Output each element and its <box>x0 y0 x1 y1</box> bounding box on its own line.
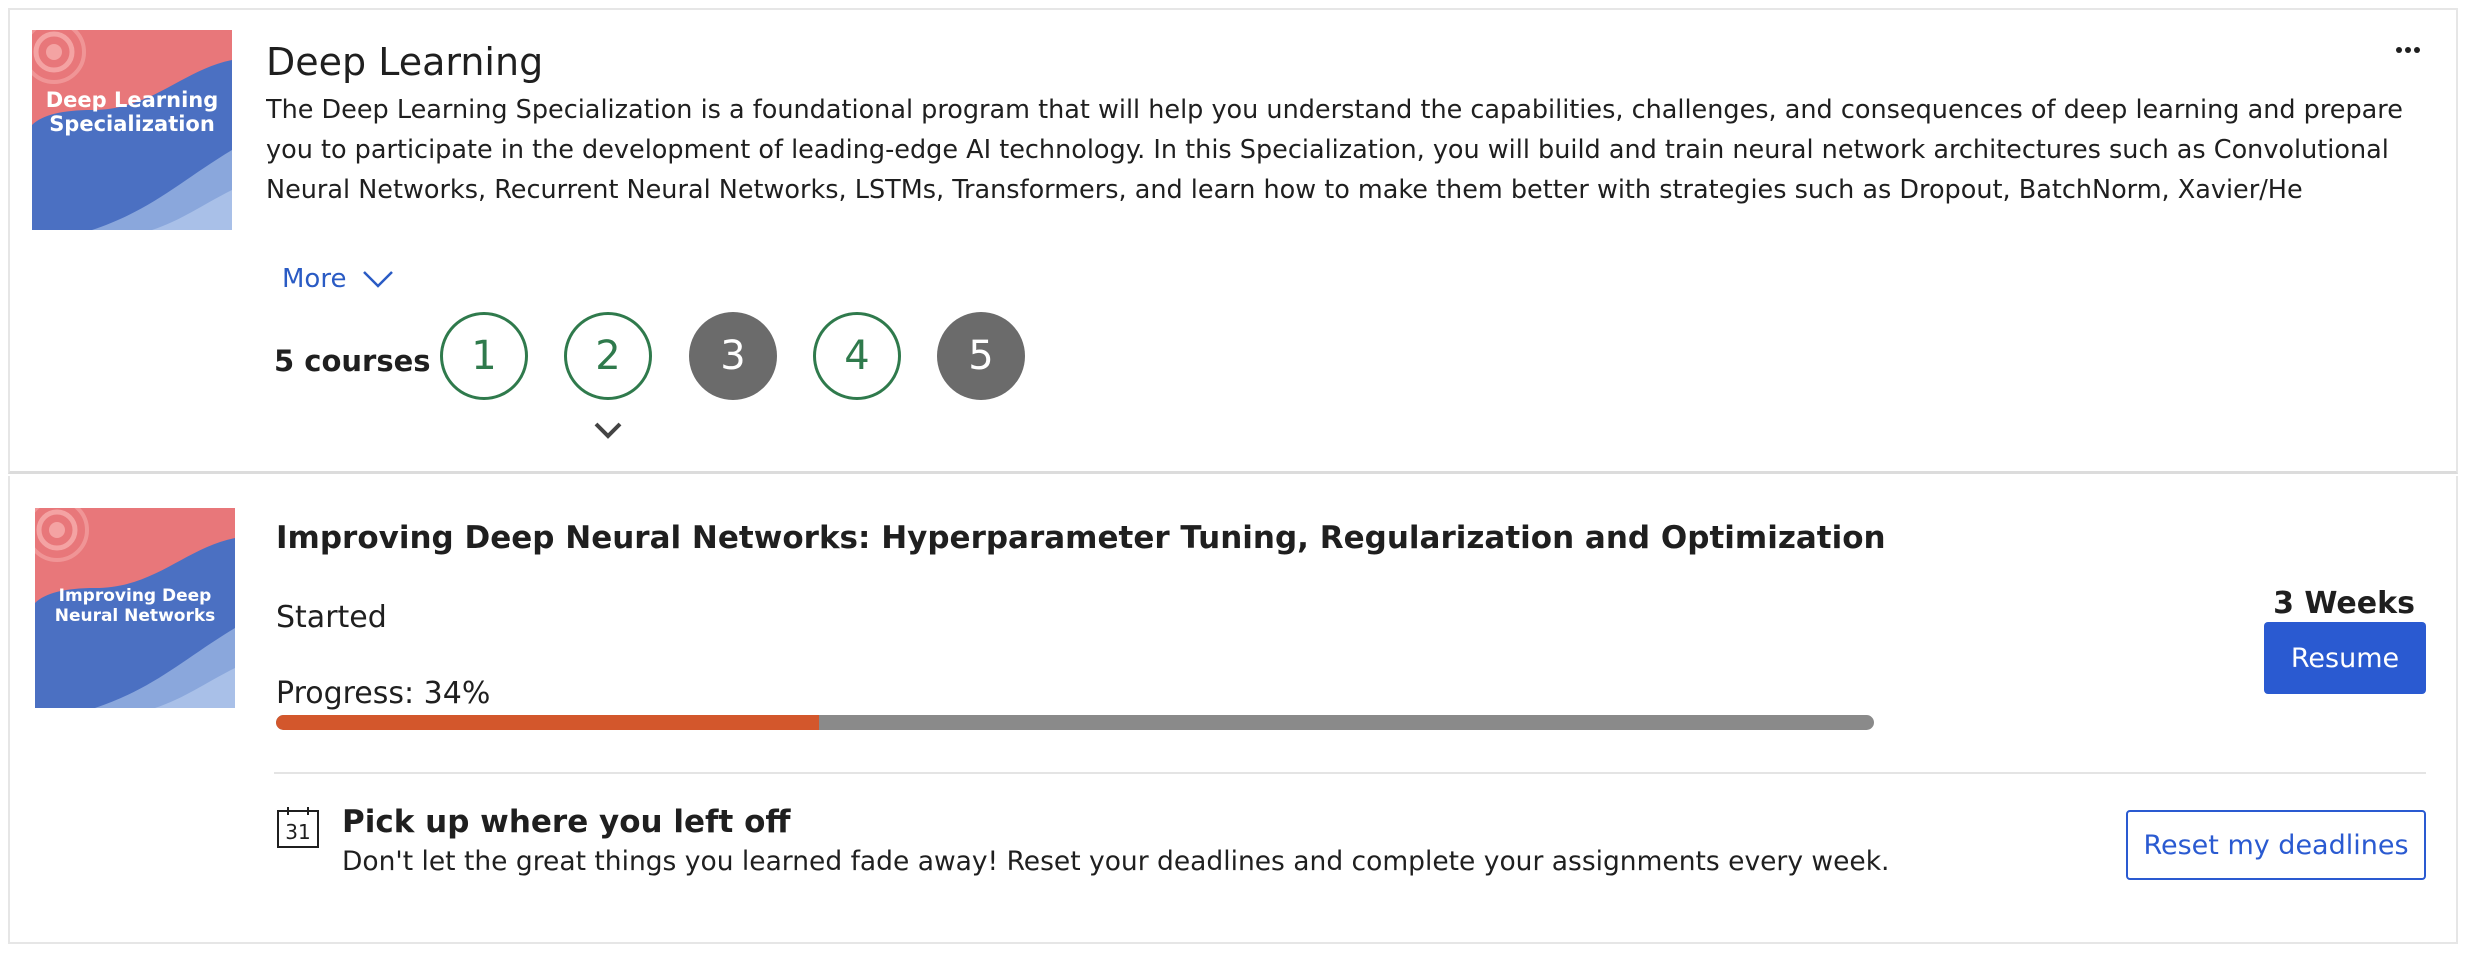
thumbnail-text: Deep Learning Specialization <box>45 88 219 136</box>
course-3-button[interactable]: 3 <box>689 312 777 400</box>
reset-deadlines-button[interactable]: Reset my deadlines <box>2126 810 2426 880</box>
specialization-title[interactable]: Deep Learning <box>266 40 543 84</box>
page: Deep Learning Specialization Deep Learni… <box>0 0 2468 954</box>
course-2-button[interactable]: 2 <box>564 312 652 400</box>
course-4-button[interactable]: 4 <box>813 312 901 400</box>
pickup-title: Pick up where you left off <box>342 804 791 840</box>
resume-button[interactable]: Resume <box>2264 622 2426 694</box>
more-button[interactable]: More <box>282 264 394 294</box>
more-horizontal-icon[interactable] <box>2394 40 2422 60</box>
course-1-button[interactable]: 1 <box>440 312 528 400</box>
progress-bar <box>276 715 1874 730</box>
course-duration: 3 Weeks <box>2273 586 2415 621</box>
thumbnail-text: Improving Deep Neural Networks <box>54 586 216 626</box>
course-status: Started <box>276 600 387 635</box>
progress-bar-fill <box>276 715 820 730</box>
course-title[interactable]: Improving Deep Neural Networks: Hyperpar… <box>276 520 1886 556</box>
chevron-down-icon <box>594 422 622 439</box>
pickup-description: Don't let the great things you learned f… <box>342 846 1890 877</box>
progress-label: Progress: 34% <box>276 676 491 711</box>
specialization-thumbnail[interactable]: Deep Learning Specialization <box>32 30 232 230</box>
more-label: More <box>282 264 347 294</box>
calendar-icon: 31 <box>277 807 319 848</box>
courses-count: 5 courses <box>274 344 431 378</box>
calendar-day: 31 <box>285 820 310 844</box>
divider <box>274 772 2426 774</box>
course-thumbnail[interactable]: Improving Deep Neural Networks <box>35 508 235 708</box>
specialization-description: The Deep Learning Specialization is a fo… <box>266 95 2403 205</box>
course-5-button[interactable]: 5 <box>937 312 1025 400</box>
chevron-down-icon <box>363 271 394 288</box>
